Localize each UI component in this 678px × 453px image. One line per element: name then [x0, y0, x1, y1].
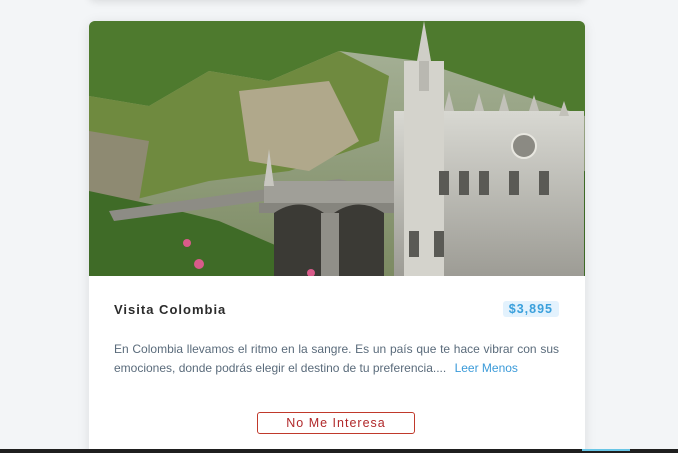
- price-badge: $3,895: [502, 301, 559, 317]
- tour-card: Visita Colombia $3,895 En Colombia lleva…: [89, 21, 585, 453]
- tour-photo: [89, 21, 585, 276]
- read-less-link[interactable]: Leer Menos: [455, 361, 518, 375]
- not-interested-button[interactable]: No Me Interesa: [257, 412, 415, 434]
- bottom-bar: [0, 449, 678, 453]
- bottom-bar-accent: [582, 449, 630, 451]
- page: Visita Colombia $3,895 En Colombia lleva…: [0, 0, 678, 453]
- tour-description: En Colombia llevamos el ritmo en la sang…: [114, 340, 559, 378]
- tour-title: Visita Colombia: [114, 302, 227, 317]
